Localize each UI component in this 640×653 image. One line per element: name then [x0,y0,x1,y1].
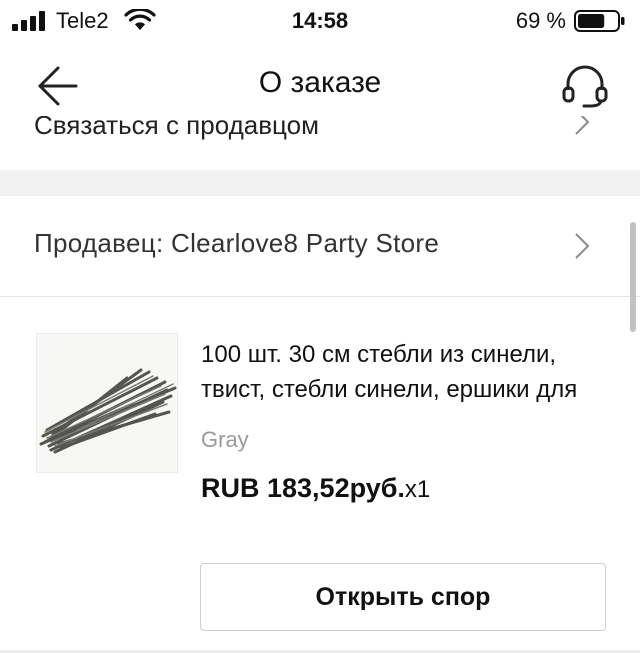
headset-icon[interactable] [560,64,610,108]
scrollbar[interactable] [630,222,636,332]
product-variant: Gray [201,427,249,452]
seller-row[interactable]: Продавец: Clearlove8 Party Store [0,196,640,296]
chenille-stems-image [37,334,177,472]
price-line: RUB 183,52руб.x1 [201,473,430,504]
battery-percent: 69 % [515,8,566,33]
chevron-right-icon [575,233,590,259]
product-quantity: x1 [404,476,431,503]
seller-name: Продавец: Clearlove8 Party Store [34,228,440,258]
section-divider [0,170,640,196]
header: О заказе [0,44,640,124]
open-dispute-button[interactable]: Открыть спор [200,563,606,631]
battery-icon [574,10,625,32]
product-price: RUB 183,52руб. [201,473,405,503]
product-image[interactable] [36,333,178,473]
product-title[interactable]: 100 шт. 30 см стебли из синели, твист, с… [201,337,611,407]
status-bar: Tele2 14:58 69 % [0,0,640,44]
page-title: О заказе [258,66,382,99]
product-card: 100 шт. 30 см стебли из синели, твист, с… [0,297,640,653]
